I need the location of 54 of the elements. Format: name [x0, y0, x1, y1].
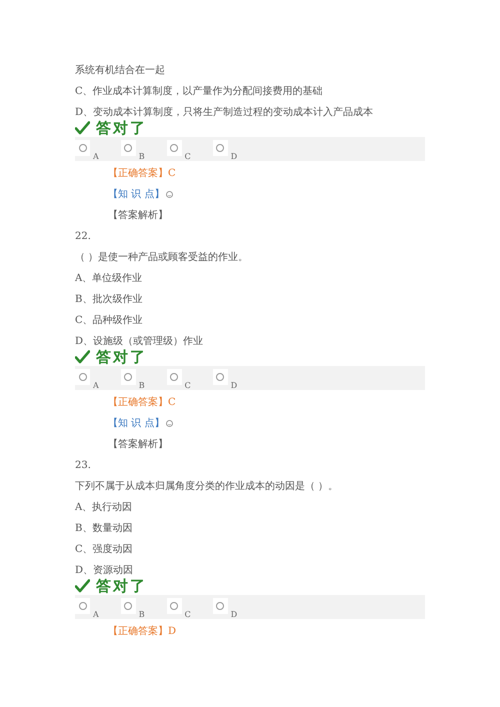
radio-button[interactable] — [170, 602, 178, 610]
radio-button[interactable] — [216, 602, 224, 610]
result-label: 答对了 — [96, 119, 147, 137]
question-number: 23. — [75, 459, 92, 473]
radio-button[interactable] — [124, 144, 132, 152]
choice-label: C — [184, 382, 191, 390]
option-text: B、批次级作业 — [75, 292, 144, 307]
correct-answer: 【正确答案】C — [108, 397, 176, 408]
radio-button[interactable] — [78, 144, 86, 152]
choice-label: A — [93, 611, 99, 619]
choice-label: C — [184, 153, 191, 161]
checkmark-icon — [75, 121, 90, 135]
answer-analysis-label: 【答案解析】 — [108, 439, 168, 450]
choice-label: B — [138, 611, 145, 619]
choice-label: D — [230, 382, 238, 390]
choice-label: A — [93, 153, 99, 161]
choice-label: A — [93, 382, 99, 390]
option-text: C、作业成本计算制度，以产量作为分配间接费用的基础 — [75, 84, 324, 99]
option-text: A、单位级作业 — [75, 272, 144, 286]
radio-button[interactable] — [124, 373, 132, 381]
smiley-icon — [166, 191, 174, 198]
correct-answer: 【正确答案】D — [108, 626, 176, 637]
choice-label: B — [138, 153, 145, 161]
choice-label: D — [230, 611, 238, 619]
knowledge-point-label: 【知 识 点】 — [108, 416, 164, 431]
option-text: D、资源动因 — [75, 564, 134, 578]
result-label: 答对了 — [96, 577, 147, 595]
radio-button[interactable] — [216, 373, 224, 381]
checkmark-icon — [75, 579, 90, 593]
radio-button[interactable] — [78, 373, 86, 381]
question-text: （ ）是使一种产品或顾客受益的作业。 — [75, 250, 250, 265]
radio-button[interactable] — [170, 373, 178, 381]
correct-answer: 【正确答案】C — [108, 168, 176, 179]
option-text: B、数量动因 — [75, 522, 134, 536]
answer-analysis-label: 【答案解析】 — [108, 210, 168, 221]
choice-label: C — [184, 611, 191, 619]
option-text: A、执行动因 — [75, 500, 134, 515]
radio-button[interactable] — [170, 144, 178, 152]
option-text: D、设施级（或管理级）作业 — [75, 334, 204, 349]
choice-label: D — [230, 153, 238, 161]
choice-label: B — [138, 382, 145, 390]
radio-button[interactable] — [124, 602, 132, 610]
option-text: C、品种级作业 — [75, 314, 144, 328]
question-text: 下列不属于从成本归属角度分类的作业成本的动因是（ ）。 — [75, 480, 340, 494]
option-text: D、变动成本计算制度，只将生产制造过程的变动成本计入产品成本 — [75, 106, 374, 120]
radio-button[interactable] — [216, 144, 224, 152]
checkmark-icon — [75, 350, 90, 364]
result-label: 答对了 — [96, 348, 147, 366]
knowledge-point-label: 【知 识 点】 — [108, 188, 164, 202]
option-text: 系统有机结合在一起 — [75, 64, 166, 78]
smiley-icon — [166, 420, 174, 427]
radio-button[interactable] — [78, 602, 86, 610]
option-text: C、强度动因 — [75, 542, 134, 557]
question-number: 22. — [75, 230, 92, 244]
